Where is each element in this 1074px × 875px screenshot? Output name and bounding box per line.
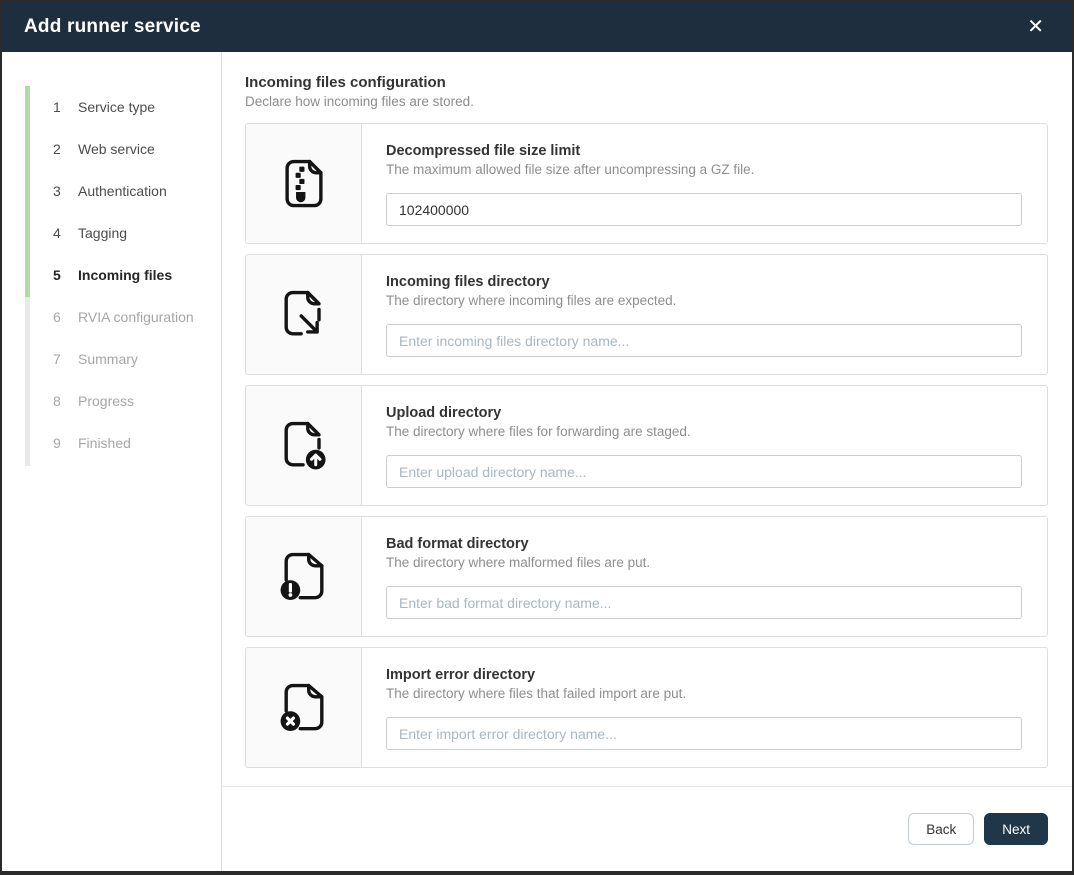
icon-cell — [246, 386, 362, 505]
icon-cell — [246, 517, 362, 636]
modal-header: Add runner service ✕ — [2, 2, 1072, 52]
step-number: 8 — [53, 393, 67, 409]
step-service-type[interactable]: 1 Service type — [2, 86, 221, 128]
step-number: 3 — [53, 183, 67, 199]
card-body: Upload directory The directory where fil… — [362, 386, 1047, 505]
step-label: Web service — [78, 141, 155, 157]
icon-cell — [246, 648, 362, 767]
step-finished: 9 Finished — [2, 422, 221, 464]
field-label: Upload directory — [386, 405, 1022, 421]
close-button[interactable]: ✕ — [1021, 13, 1050, 41]
step-label: Incoming files — [78, 267, 172, 283]
card-body: Bad format directory The directory where… — [362, 517, 1047, 636]
step-number: 1 — [53, 99, 67, 115]
modal-body: 1 Service type 2 Web service 3 Authentic… — [2, 52, 1072, 871]
card-decompressed-file-size-limit: Decompressed file size limit The maximum… — [245, 123, 1048, 244]
step-rvia-configuration: 6 RVIA configuration — [2, 296, 221, 338]
step-web-service[interactable]: 2 Web service — [2, 128, 221, 170]
next-button[interactable]: Next — [984, 813, 1048, 845]
import-error-file-icon — [274, 676, 334, 740]
step-label: Summary — [78, 351, 138, 367]
upload-file-icon — [274, 414, 334, 478]
step-number: 6 — [53, 309, 67, 325]
field-description: The directory where incoming files are e… — [386, 293, 1022, 308]
incoming-files-directory-input[interactable] — [386, 324, 1022, 357]
field-description: The directory where files that failed im… — [386, 686, 1022, 701]
field-label: Incoming files directory — [386, 274, 1022, 290]
step-label: RVIA configuration — [78, 309, 194, 325]
step-label: Finished — [78, 435, 131, 451]
field-description: The directory where malformed files are … — [386, 555, 1022, 570]
step-summary: 7 Summary — [2, 338, 221, 380]
card-body: Decompressed file size limit The maximum… — [362, 124, 1047, 243]
step-incoming-files[interactable]: 5 Incoming files — [2, 254, 221, 296]
step-number: 9 — [53, 435, 67, 451]
bad-format-directory-input[interactable] — [386, 586, 1022, 619]
rail-upcoming-segment — [25, 297, 30, 466]
wizard-steps-sidebar: 1 Service type 2 Web service 3 Authentic… — [2, 52, 222, 871]
card-body: Import error directory The directory whe… — [362, 648, 1047, 767]
step-number: 2 — [53, 141, 67, 157]
card-bad-format-directory: Bad format directory The directory where… — [245, 516, 1048, 637]
step-tagging[interactable]: 4 Tagging — [2, 212, 221, 254]
field-label: Bad format directory — [386, 536, 1022, 552]
step-label: Tagging — [78, 225, 127, 241]
bad-format-file-icon — [274, 545, 334, 609]
modal-footer: Back Next — [222, 786, 1072, 871]
zip-file-icon — [274, 152, 334, 216]
card-import-error-directory: Import error directory The directory whe… — [245, 647, 1048, 768]
icon-cell — [246, 124, 362, 243]
close-icon: ✕ — [1027, 16, 1044, 38]
rail-completed-segment — [25, 86, 30, 297]
icon-cell — [246, 255, 362, 374]
wizard-steps-list: 1 Service type 2 Web service 3 Authentic… — [2, 86, 221, 464]
step-label: Authentication — [78, 183, 167, 199]
field-label: Decompressed file size limit — [386, 143, 1022, 159]
wizard-progress-rail — [25, 86, 30, 466]
config-cards: Decompressed file size limit The maximum… — [245, 123, 1048, 768]
incoming-file-icon — [274, 283, 334, 347]
card-body: Incoming files directory The directory w… — [362, 255, 1047, 374]
page-head: Incoming files configuration Declare how… — [222, 52, 1072, 109]
upload-directory-input[interactable] — [386, 455, 1022, 488]
card-incoming-files-directory: Incoming files directory The directory w… — [245, 254, 1048, 375]
step-number: 7 — [53, 351, 67, 367]
step-number: 5 — [53, 267, 67, 283]
decompressed-file-size-limit-input[interactable] — [386, 193, 1022, 226]
modal-title: Add runner service — [24, 16, 201, 38]
field-label: Import error directory — [386, 667, 1022, 683]
page-title: Incoming files configuration — [245, 74, 1048, 91]
card-upload-directory: Upload directory The directory where fil… — [245, 385, 1048, 506]
page-subtitle: Declare how incoming files are stored. — [245, 94, 1048, 109]
step-label: Progress — [78, 393, 134, 409]
field-description: The maximum allowed file size after unco… — [386, 162, 1022, 177]
step-label: Service type — [78, 99, 155, 115]
field-description: The directory where files for forwarding… — [386, 424, 1022, 439]
wizard-page-content: Incoming files configuration Declare how… — [222, 52, 1072, 871]
add-runner-service-modal: Add runner service ✕ 1 Service type 2 We… — [0, 0, 1074, 875]
back-button[interactable]: Back — [908, 813, 974, 845]
step-number: 4 — [53, 225, 67, 241]
import-error-directory-input[interactable] — [386, 717, 1022, 750]
step-authentication[interactable]: 3 Authentication — [2, 170, 221, 212]
step-progress: 8 Progress — [2, 380, 221, 422]
